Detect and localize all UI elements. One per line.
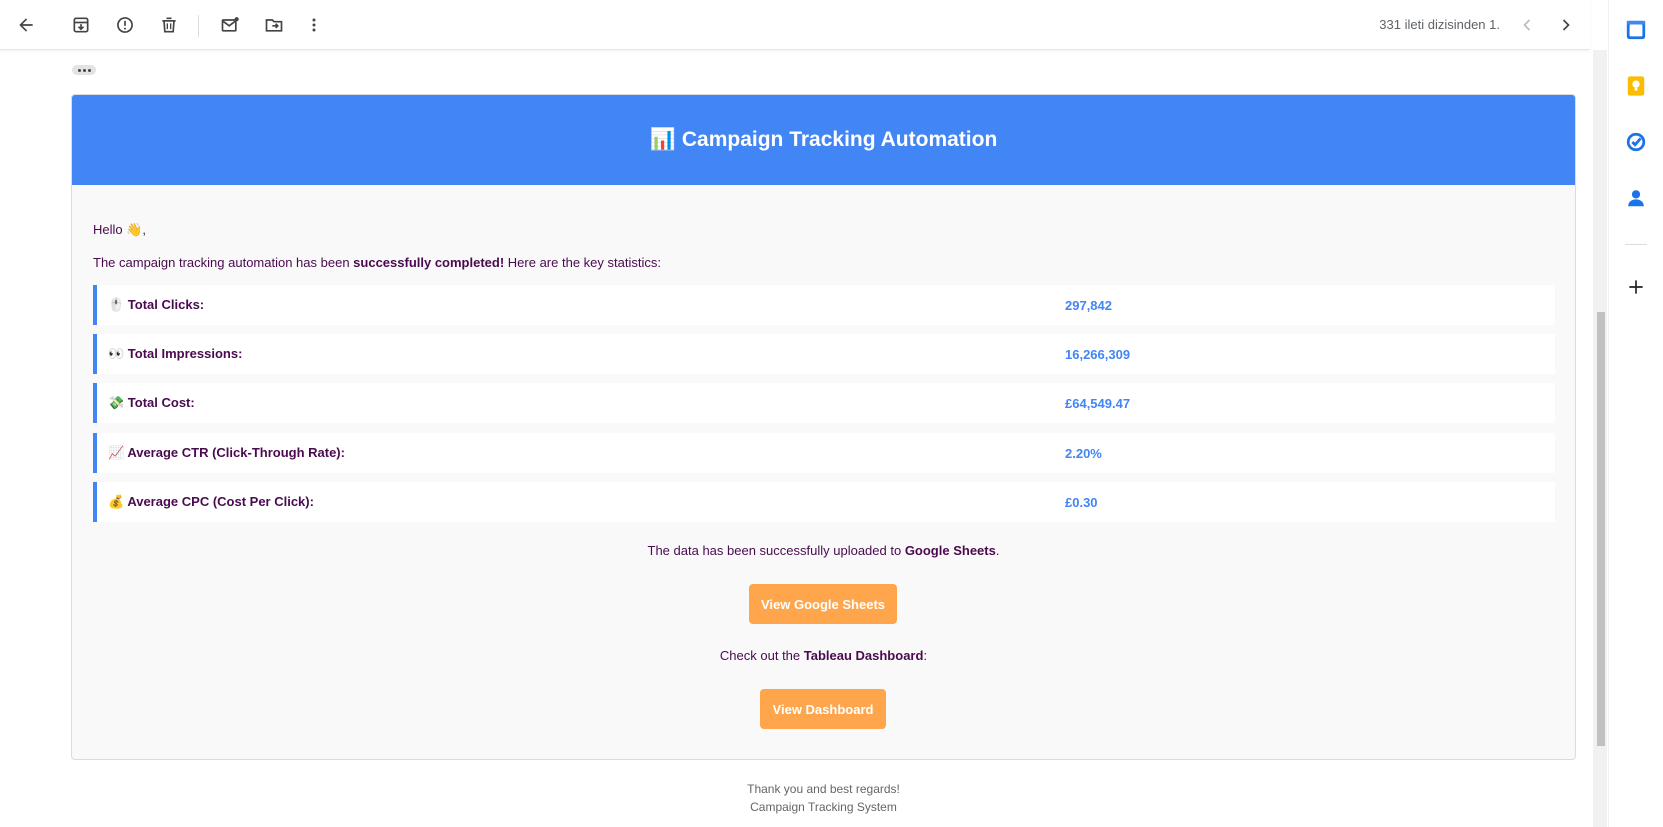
email-banner: 📊 Campaign Tracking Automation: [72, 95, 1575, 185]
tableau-text: Check out the Tableau Dashboard:: [72, 648, 1575, 663]
stat-total-clicks: 🖱️ Total Clicks: 297,842: [93, 285, 1555, 325]
arrow-left-icon: [19, 18, 33, 32]
contacts-app-button[interactable]: [1623, 185, 1649, 211]
trash-icon: [162, 17, 176, 33]
tableau-prefix: Check out the: [719, 648, 804, 663]
intro-bold: successfully completed!: [353, 255, 505, 270]
pager-text: 331 ileti dizisinden 1.: [1379, 17, 1500, 32]
stat-value: £64,549.47: [1065, 395, 1131, 411]
older-button[interactable]: [1550, 9, 1582, 41]
dot: [82, 68, 86, 72]
more-vert-icon: [312, 18, 316, 32]
keep-app-button[interactable]: [1623, 73, 1649, 99]
report-spam-button[interactable]: [109, 9, 141, 41]
show-trimmed-content-button[interactable]: [72, 65, 96, 75]
stat-value: 2.20%: [1065, 445, 1102, 461]
stat-total-impressions: 👀 Total Impressions: 16,266,309: [93, 334, 1555, 374]
stat-value: £0.30: [1065, 494, 1098, 510]
plus-icon: [1629, 280, 1643, 294]
tableau-suffix: :: [923, 648, 928, 663]
move-to-button[interactable]: [258, 9, 290, 41]
keep-icon: [1627, 76, 1645, 96]
tableau-bold: Tableau Dashboard: [803, 648, 924, 663]
tasks-app-button[interactable]: [1623, 129, 1649, 155]
stat-label: 👀 Total Impressions:: [108, 346, 243, 361]
archive-icon: [73, 17, 89, 33]
stat-average-cpc: 💰 Average CPC (Cost Per Click): £0.30: [93, 482, 1555, 522]
sheets-prefix: The data has been successfully uploaded …: [647, 543, 905, 558]
stat-average-ctr: 📈 Average CTR (Click-Through Rate): 2.20…: [93, 433, 1555, 473]
stat-label: 📈 Average CTR (Click-Through Rate):: [108, 445, 345, 460]
delete-button[interactable]: [153, 9, 185, 41]
dot: [77, 68, 81, 72]
toolbar-divider: [198, 15, 199, 37]
get-addons-button[interactable]: [1623, 274, 1649, 300]
stat-label: 🖱️ Total Clicks:: [108, 297, 205, 312]
greeting: Hello 👋,: [93, 222, 147, 237]
banner-title: Campaign Tracking Automation: [681, 128, 998, 151]
sheets-suffix: .: [995, 543, 1000, 558]
side-panel: [1608, 0, 1663, 827]
stat-value: 16,266,309: [1065, 346, 1131, 362]
side-panel-divider: [1625, 244, 1647, 245]
calendar-app-button[interactable]: [1623, 17, 1649, 43]
dot: [87, 68, 91, 72]
stat-total-cost: 💸 Total Cost: £64,549.47: [93, 383, 1555, 423]
view-google-sheets-button[interactable]: View Google Sheets: [749, 584, 897, 624]
intro-prefix: The campaign tracking automation has bee…: [93, 255, 354, 270]
more-options-button[interactable]: [298, 9, 330, 41]
email-card: 📊 Campaign Tracking Automation Hello 👋, …: [71, 94, 1576, 760]
footer-line-2: Campaign Tracking System: [750, 800, 897, 814]
contacts-icon: [1628, 190, 1644, 207]
chevron-right-icon: [1562, 19, 1570, 31]
report-icon: [117, 17, 133, 33]
stat-label: 💰 Average CPC (Cost Per Click):: [108, 494, 314, 509]
stat-value: 297,842: [1065, 297, 1112, 313]
mail-view: 331 ileti dizisinden 1. 📊 Campaign Track…: [0, 0, 1600, 827]
view-dashboard-button[interactable]: View Dashboard: [760, 689, 886, 729]
newer-button[interactable]: [1511, 9, 1543, 41]
archive-button[interactable]: [65, 9, 97, 41]
footer-line-1: Thank you and best regards!: [747, 782, 900, 796]
chevron-left-icon: [1523, 19, 1531, 31]
back-button[interactable]: [10, 9, 42, 41]
calendar-icon: [1626, 20, 1646, 40]
scrollbar-thumb[interactable]: [1597, 312, 1605, 746]
sheets-text: The data has been successfully uploaded …: [72, 543, 1575, 558]
sheets-bold: Google Sheets: [904, 543, 996, 558]
mail-toolbar: 331 ileti dizisinden 1.: [0, 0, 1590, 50]
intro-text: The campaign tracking automation has bee…: [93, 255, 661, 270]
mail-dot-icon: [221, 17, 239, 32]
intro-suffix: Here are the key statistics:: [504, 255, 661, 270]
stat-label: 💸 Total Cost:: [108, 395, 195, 410]
tasks-icon: [1626, 132, 1646, 152]
mark-unread-button[interactable]: [214, 9, 246, 41]
bar-chart-icon: 📊: [649, 128, 676, 151]
folder-move-icon: [265, 19, 283, 32]
